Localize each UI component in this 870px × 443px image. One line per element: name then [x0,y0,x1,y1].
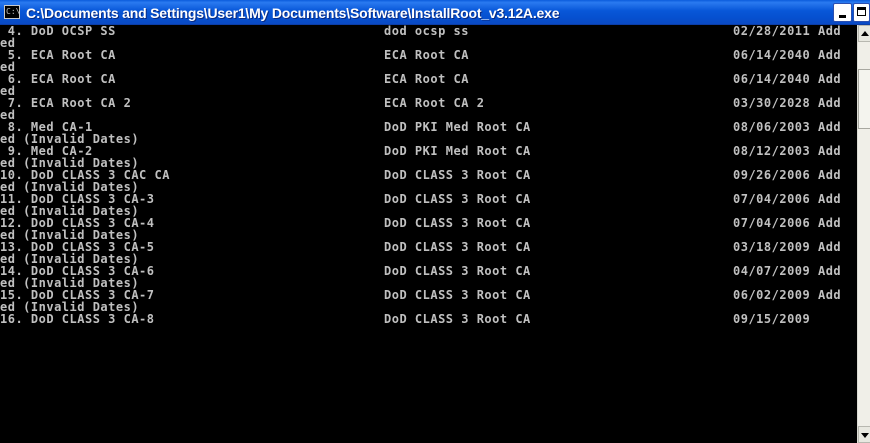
cert-expiry-date: 09/26/2006 [733,168,811,182]
cert-expiry-date: 08/06/2003 [733,120,811,134]
cert-expiry-date: 06/14/2040 [733,72,811,86]
cert-expiry-date: 06/14/2040 [733,48,811,62]
console-entry: 6. ECA Root CA ECA Root CA 06/14/2040 Add e… [0,73,857,97]
cert-name: 6. ECA Root CA [0,72,116,86]
cert-issuer: dod ocsp ss [384,25,469,38]
console-entry: 11. DoD CLASS 3 CA-3 DoD CLASS 3 Root CA 0… [0,193,857,217]
scrollbar-thumb[interactable] [858,69,870,129]
console-entry: 5. ECA Root CA ECA Root CA 06/14/2040 Add e… [0,49,857,73]
cert-date: 06/14/2040 Add [733,49,841,61]
console-entry: 8. Med CA-1 DoD PKI Med Root CA 08/06/2003… [0,121,857,145]
status-head: Add [810,72,842,86]
cert-date: 09/15/2009 [733,313,810,325]
cert-issuer: DoD CLASS 3 Root CA [384,192,531,206]
status-head: Add [810,120,842,134]
cert-date: 08/06/2003 Add [733,121,841,133]
status-head: Add [810,168,842,182]
cert-name: 4. DoD OCSP SS [0,25,116,38]
window-title: C:\Documents and Settings\User1\My Docum… [26,5,560,21]
cert-issuer: DoD CLASS 3 Root CA [384,216,531,230]
cert-date: 02/28/2011 Add [733,25,841,37]
status-head: Add [810,96,842,110]
console-output[interactable]: 4. DoD OCSP SS dod ocsp ss 02/28/2011 Add e… [0,25,857,443]
status-head: Add [810,144,842,158]
cert-name: 16. DoD CLASS 3 CA-8 [0,312,155,326]
cert-issuer: DoD CLASS 3 Root CA [384,168,531,182]
console-entry: 15. DoD CLASS 3 CA-7 DoD CLASS 3 Root CA 0… [0,289,857,313]
cert-issuer: ECA Root CA [384,48,469,62]
title-bar[interactable]: C:\ C:\Documents and Settings\User1\My D… [0,0,870,25]
cert-date: 08/12/2003 Add [733,145,841,157]
console-entry: 12. DoD CLASS 3 CA-4 DoD CLASS 3 Root CA 0… [0,217,857,241]
cert-issuer: DoD PKI Med Root CA [384,120,531,134]
cert-date: 06/02/2009 Add [733,289,841,301]
console-entry: 10. DoD CLASS 3 CAC CA DoD CLASS 3 Root C… [0,169,857,193]
console-entry: 4. DoD OCSP SS dod ocsp ss 02/28/2011 Add e… [0,25,857,49]
cert-issuer: DoD CLASS 3 Root CA [384,240,531,254]
minimize-button[interactable] [833,3,852,22]
cert-issuer: ECA Root CA [384,72,469,86]
cert-expiry-date: 07/04/2006 [733,192,811,206]
status-head: Add [810,48,842,62]
cert-date: 09/26/2006 Add [733,169,841,181]
cert-expiry-date: 04/07/2009 [733,264,811,278]
scroll-up-arrow-icon[interactable] [858,25,870,42]
cert-date: 07/04/2006 Add [733,217,841,229]
cert-date: 07/04/2006 Add [733,193,841,205]
console-entry: 14. DoD CLASS 3 CA-6 DoD CLASS 3 Root CA 0… [0,265,857,289]
cert-name: 7. ECA Root CA 2 [0,96,132,110]
cert-date: 03/18/2009 Add [733,241,841,253]
console-icon[interactable]: C:\ [4,5,20,19]
status-head: Add [810,216,842,230]
console-entry: 13. DoD CLASS 3 CA-5 DoD CLASS 3 Root CA 0… [0,241,857,265]
cert-date: 04/07/2009 Add [733,265,841,277]
status-head: Add [810,25,842,38]
status-head: Add [810,288,842,302]
cert-expiry-date: 09/15/2009 [733,312,811,326]
cert-expiry-date: 08/12/2003 [733,144,811,158]
cert-expiry-date: 03/30/2028 [733,96,811,110]
cert-expiry-date: 02/28/2011 [733,25,811,38]
cert-issuer: DoD CLASS 3 Root CA [384,312,531,326]
cert-expiry-date: 06/02/2009 [733,288,811,302]
console-entry: 16. DoD CLASS 3 CA-8 DoD CLASS 3 Root CA 0… [0,313,857,337]
cert-issuer: ECA Root CA 2 [384,96,485,110]
cert-expiry-date: 07/04/2006 [733,216,811,230]
scroll-down-arrow-icon[interactable] [858,426,870,443]
cert-name: 5. ECA Root CA [0,48,116,62]
status-head: Add [810,240,842,254]
cert-expiry-date: 03/18/2009 [733,240,811,254]
status-head: Add [810,264,842,278]
cert-date: 03/30/2028 Add [733,97,841,109]
status-head: Add [810,192,842,206]
console-entry: 9. Med CA-2 DoD PKI Med Root CA 08/12/2003… [0,145,857,169]
cert-issuer: DoD CLASS 3 Root CA [384,264,531,278]
maximize-button[interactable] [853,3,870,22]
vertical-scrollbar[interactable] [857,25,870,443]
cert-date: 06/14/2040 Add [733,73,841,85]
console-entry: 7. ECA Root CA 2 ECA Root CA 2 03/30/2028 … [0,97,857,121]
cert-issuer: DoD PKI Med Root CA [384,144,531,158]
cert-issuer: DoD CLASS 3 Root CA [384,288,531,302]
console-window: C:\ C:\Documents and Settings\User1\My D… [0,0,870,443]
